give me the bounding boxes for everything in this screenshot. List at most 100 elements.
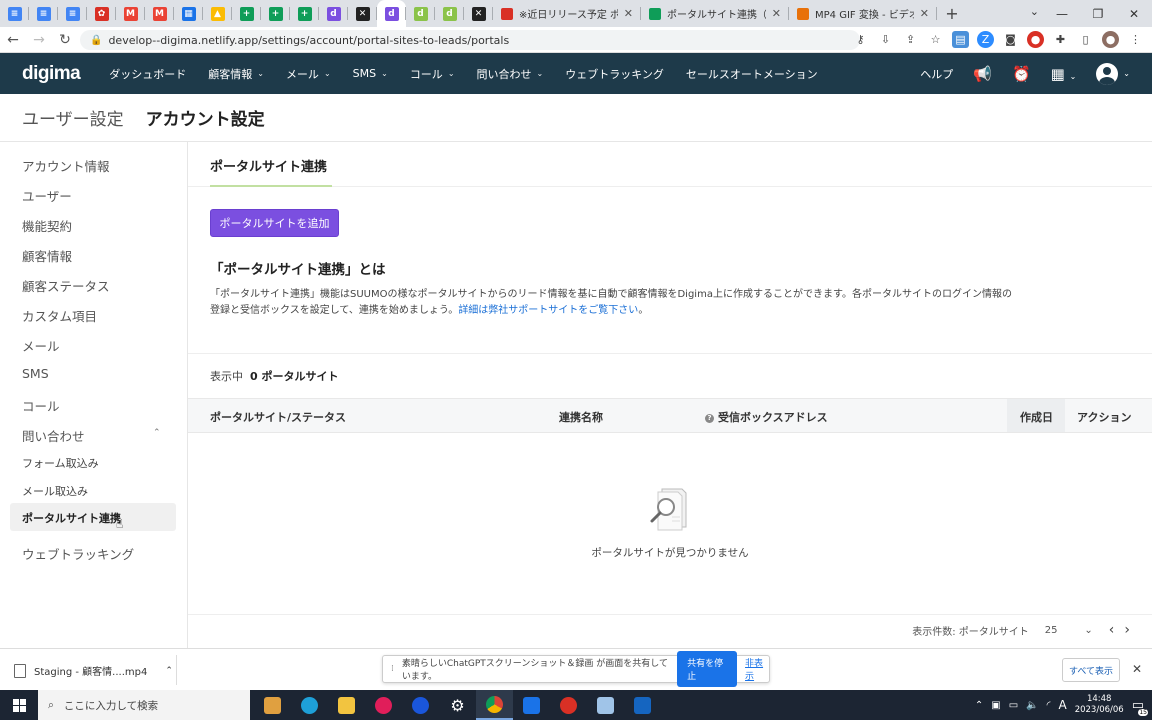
digima-logo[interactable]: digima xyxy=(22,63,81,85)
account-menu[interactable]: ⌄ xyxy=(1096,62,1130,85)
chevron-up-icon[interactable]: ⌃ xyxy=(975,700,983,711)
help-link[interactable]: ヘルプ xyxy=(920,66,953,82)
sidebar-subitem[interactable]: フォーム取込み xyxy=(22,455,99,471)
nav-item[interactable]: 顧客情報 ⌄ xyxy=(197,66,275,82)
sidebar-item[interactable]: 機能契約 xyxy=(22,216,72,235)
close-tab-icon[interactable]: ✕ xyxy=(772,7,781,20)
sidepanel-icon[interactable]: ▯ xyxy=(1077,31,1094,48)
share-icon[interactable]: ⇪ xyxy=(902,31,919,48)
nav-item[interactable]: 問い合わせ ⌄ xyxy=(466,66,555,82)
camera-icon[interactable]: ◙ xyxy=(1002,31,1019,48)
browser-tab[interactable]: ≡ xyxy=(58,0,87,27)
sidebar-item[interactable]: アカウント情報 xyxy=(22,156,110,175)
browser-tab[interactable]: M xyxy=(116,0,145,27)
sidebar-item[interactable]: SMS xyxy=(22,366,49,381)
sidebar-item[interactable]: カスタム項目 xyxy=(22,306,97,325)
browser-tab[interactable]: ✿ xyxy=(87,0,116,27)
breadcrumb[interactable]: ユーザー設定 xyxy=(22,105,124,130)
bookmark-star-icon[interactable]: ☆ xyxy=(927,31,944,48)
new-tab-button[interactable]: + xyxy=(937,4,967,23)
column-header-name[interactable]: 連携名称 xyxy=(559,409,603,425)
taskbar-search[interactable]: ⌕ ここに入力して検索 xyxy=(38,690,250,720)
taskbar-widget-icon[interactable] xyxy=(254,690,291,720)
next-page-icon[interactable]: › xyxy=(1124,622,1130,638)
windows-start-icon[interactable] xyxy=(0,698,38,712)
chevron-up-icon[interactable]: ⌃ xyxy=(165,666,173,676)
drag-handle-icon[interactable]: ⁞ xyxy=(391,664,394,674)
browser-tab[interactable]: d xyxy=(319,0,348,27)
chevron-up-icon[interactable]: ⌃ xyxy=(153,428,161,438)
zoom-extension-icon[interactable]: Z xyxy=(977,31,994,48)
alarm-clock-icon[interactable]: ⏰ xyxy=(1012,65,1031,83)
chrome-icon[interactable] xyxy=(476,690,513,720)
wifi-icon[interactable]: ◜ xyxy=(1047,700,1051,711)
minimize-icon[interactable]: — xyxy=(1044,0,1080,27)
sidebar-item[interactable]: メール xyxy=(22,336,60,355)
show-all-button[interactable]: すべて表示 xyxy=(1062,658,1120,682)
network-icon[interactable]: ▭ xyxy=(1009,700,1018,711)
notification-icon[interactable]: ▭ 15 xyxy=(1132,698,1148,716)
back-icon[interactable]: ← xyxy=(0,32,26,48)
column-header-portal[interactable]: ポータルサイト/ステータス xyxy=(210,409,346,425)
browser-tab[interactable]: ≡ xyxy=(29,0,58,27)
record-extension-icon[interactable]: ● xyxy=(1027,31,1044,48)
browser-tab[interactable]: ▦ xyxy=(174,0,203,27)
nav-item[interactable]: ダッシュボード xyxy=(98,66,197,82)
sidebar-item[interactable]: ユーザー xyxy=(22,186,72,205)
browser-tab[interactable]: d xyxy=(377,0,406,27)
megaphone-icon[interactable]: 📢 xyxy=(973,65,992,83)
close-window-icon[interactable]: ✕ xyxy=(1116,0,1152,27)
file-explorer-icon[interactable] xyxy=(328,690,365,720)
ime-indicator[interactable]: A xyxy=(1058,698,1066,712)
add-portal-button[interactable]: ポータルサイトを追加 xyxy=(210,209,339,237)
column-header-inbox[interactable]: ? 受信ボックスアドレス xyxy=(705,409,828,425)
browser-tab[interactable]: ▲ xyxy=(203,0,232,27)
nav-item[interactable]: メール ⌄ xyxy=(275,66,342,82)
browser-tab[interactable]: ※近日リリース予定 ポータル ✕ xyxy=(493,0,641,27)
edge-icon[interactable] xyxy=(291,690,328,720)
notepad-icon[interactable] xyxy=(587,690,624,720)
extension-app-icon[interactable]: ▤ xyxy=(952,31,969,48)
slack-icon[interactable] xyxy=(365,690,402,720)
browser-tab[interactable]: ✕ xyxy=(348,0,377,27)
volume-icon[interactable]: 🔈 xyxy=(1026,700,1038,711)
sidebar-item[interactable]: 顧客情報 xyxy=(22,246,72,265)
install-icon[interactable]: ⇩ xyxy=(877,31,894,48)
close-tab-icon[interactable]: ✕ xyxy=(624,7,633,20)
menu-dots-icon[interactable]: ⋮ xyxy=(1127,31,1144,48)
nav-item[interactable]: セールスオートメーション xyxy=(675,66,829,82)
app-icon[interactable] xyxy=(402,690,439,720)
support-link[interactable]: 詳細は弊社サポートサイトをご覧下さい xyxy=(458,305,638,316)
maximize-icon[interactable]: ❐ xyxy=(1080,0,1116,27)
browser-tab[interactable]: M xyxy=(145,0,174,27)
clock[interactable]: 14:48 2023/06/06 xyxy=(1075,694,1124,716)
help-circle-icon[interactable]: ? xyxy=(705,414,714,423)
reload-icon[interactable]: ↻ xyxy=(52,32,78,48)
sidebar-subitem-active[interactable]: ポータルサイト連携 xyxy=(22,510,121,526)
forward-icon[interactable]: → xyxy=(26,32,52,48)
mail-icon[interactable] xyxy=(513,690,550,720)
browser-tab[interactable]: d xyxy=(406,0,435,27)
nav-item[interactable]: ウェブトラッキング xyxy=(554,66,675,82)
apps-grid-icon[interactable]: ▦ ⌄ xyxy=(1051,65,1077,83)
sidebar-item[interactable]: コール xyxy=(22,396,60,415)
nav-item[interactable]: コール ⌄ xyxy=(399,66,466,82)
sidebar-subitem[interactable]: メール取込み xyxy=(22,483,88,499)
stop-sharing-button[interactable]: 共有を停止 xyxy=(677,651,738,687)
close-tab-icon[interactable]: ✕ xyxy=(920,7,929,20)
column-header-created[interactable]: 作成日 xyxy=(1020,409,1053,425)
browser-tab[interactable]: d xyxy=(435,0,464,27)
browser-tab[interactable]: + xyxy=(290,0,319,27)
tab-search-icon[interactable]: ⌄ xyxy=(1030,5,1039,18)
close-icon[interactable]: ✕ xyxy=(1132,662,1142,676)
browser-tab[interactable]: MP4 GIF 変換 - ビデオファイル ✕ xyxy=(789,0,937,27)
per-page-select[interactable]: 25 ⌄ xyxy=(1039,625,1099,636)
url-field[interactable]: 🔒 develop--digima.netlify.app/settings/a… xyxy=(80,30,860,50)
recorder-icon[interactable] xyxy=(550,690,587,720)
prev-page-icon[interactable]: ‹ xyxy=(1109,622,1115,638)
settings-gear-icon[interactable]: ⚙ xyxy=(439,690,476,720)
sidebar-item[interactable]: 問い合わせ xyxy=(22,426,85,445)
sidebar-item[interactable]: 顧客ステータス xyxy=(22,276,110,295)
profile-avatar-icon[interactable]: ● xyxy=(1102,31,1119,48)
browser-tab[interactable]: + xyxy=(261,0,290,27)
